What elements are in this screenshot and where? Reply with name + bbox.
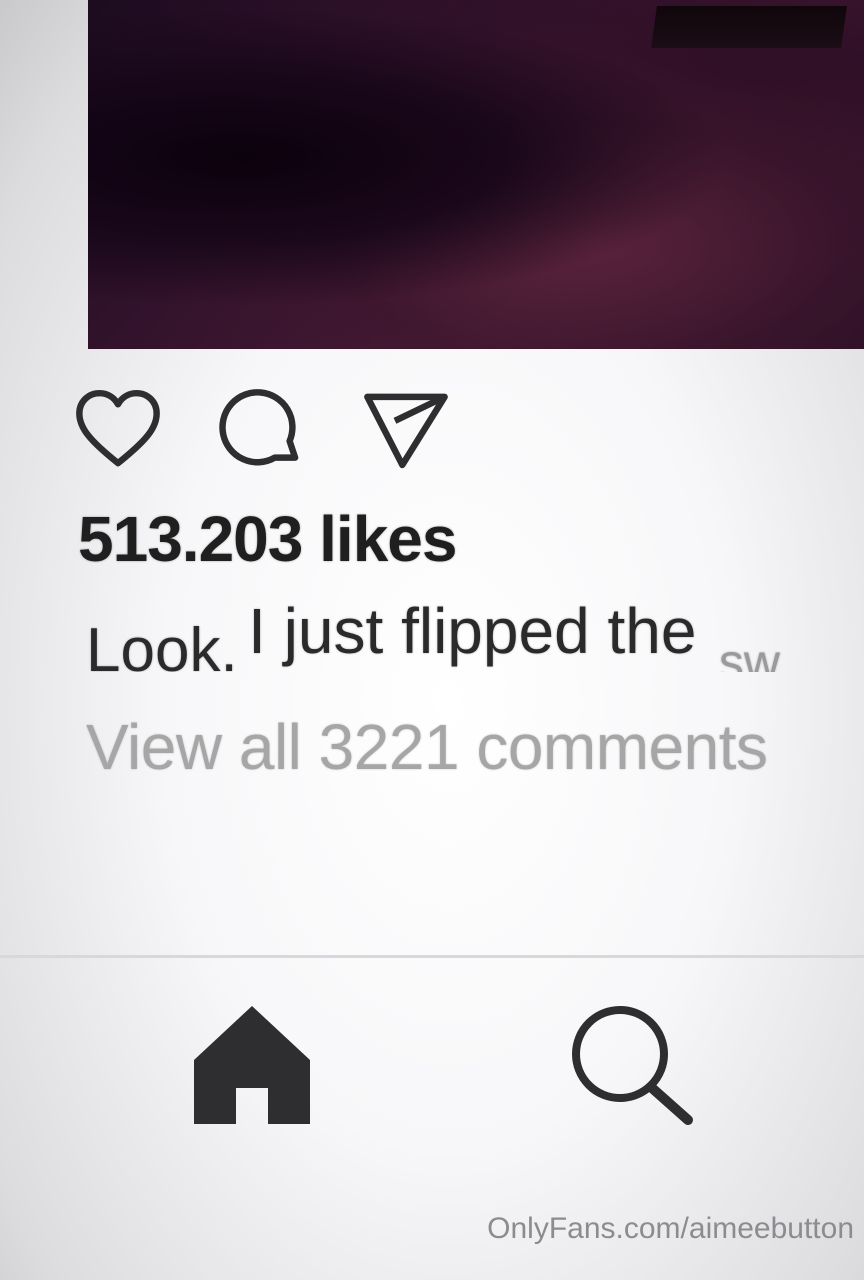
like-count[interactable]: 513.203 likes [78,502,457,576]
post-image[interactable] [88,0,864,349]
nav-divider [0,955,864,958]
watermark: OnlyFans.com/aimeebutton [487,1212,854,1245]
screen: 513.203 likes Look. I just flipped the s… [0,0,864,1280]
post-caption: Look. I just flipped the sw [86,598,864,672]
caption-part-3: sw [718,634,780,672]
post-actions [72,385,504,475]
heart-icon[interactable] [72,384,164,476]
search-icon[interactable] [562,1000,700,1128]
send-icon[interactable] [360,384,452,476]
view-all-comments-link[interactable]: View all 3221 comments [86,710,864,784]
home-icon[interactable] [186,1000,318,1128]
comment-icon[interactable] [216,384,308,476]
caption-part-1: Look. [86,616,238,672]
caption-part-2: I just flipped the [248,598,697,667]
post-image-detail [651,6,847,48]
